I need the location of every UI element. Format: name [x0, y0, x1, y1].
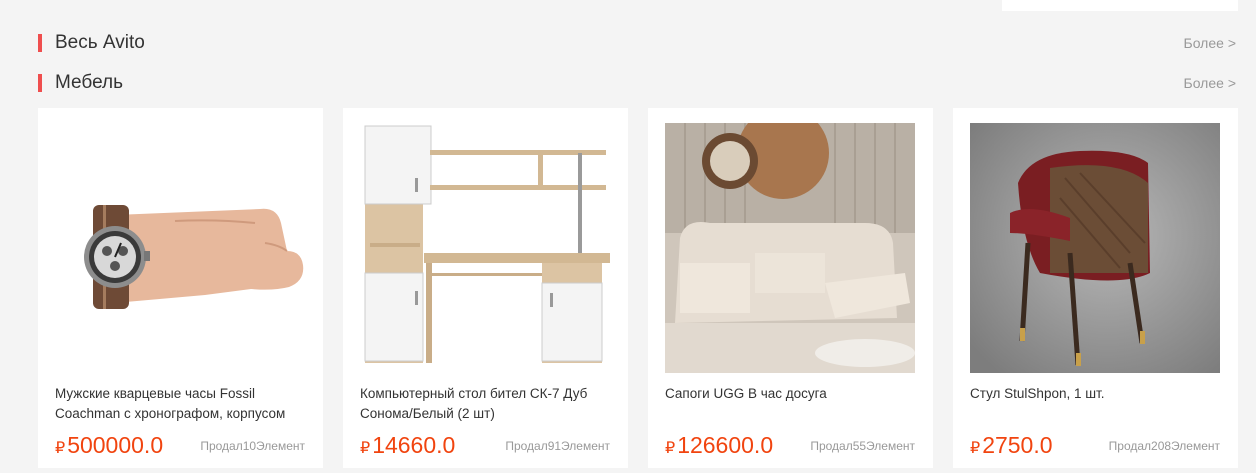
price-value: 126600.0 — [677, 432, 774, 458]
sold-count: Продал208Элемент — [1108, 439, 1220, 453]
section-title: Весь Avito — [55, 32, 145, 53]
wristwatch-icon — [55, 123, 305, 373]
more-link[interactable]: Более > — [1184, 75, 1236, 91]
sold-count: Продал55Элемент — [810, 439, 915, 453]
product-image[interactable] — [360, 123, 610, 373]
section-header-all-avito: Весь Avito Более > — [38, 32, 1238, 54]
product-name[interactable]: Компьютерный стол бител СК-7 Дуб Сонома/… — [360, 384, 612, 424]
product-card[interactable]: Стул StulShpon, 1 шт. ₽2750.0 Продал208Э… — [953, 108, 1238, 468]
product-name[interactable]: Сапоги UGG В час досуга — [665, 384, 917, 424]
product-image[interactable] — [665, 123, 915, 373]
price-value: 14660.0 — [372, 432, 456, 458]
sold-count: Продал91Элемент — [505, 439, 610, 453]
product-price: ₽2750.0 — [970, 431, 1053, 463]
currency-symbol: ₽ — [665, 440, 676, 457]
price-value: 2750.0 — [982, 432, 1053, 458]
computer-desk-icon — [360, 123, 610, 373]
more-link[interactable]: Более > — [1184, 35, 1236, 51]
product-card[interactable]: Сапоги UGG В час досуга ₽126600.0 Продал… — [648, 108, 933, 468]
sold-count: Продал10Элемент — [200, 439, 305, 453]
section-accent-bar — [38, 34, 42, 52]
product-card[interactable]: Компьютерный стол бител СК-7 Дуб Сонома/… — [343, 108, 628, 468]
product-price: ₽126600.0 — [665, 431, 773, 463]
product-name[interactable]: Мужские кварцевые часы Fossil Coachman с… — [55, 384, 307, 424]
section-title: Мебель — [55, 72, 123, 93]
currency-symbol: ₽ — [55, 440, 66, 457]
product-image[interactable] — [55, 123, 305, 373]
product-price: ₽14660.0 — [360, 431, 455, 463]
top-panel-edge — [1002, 0, 1238, 11]
product-image[interactable] — [970, 123, 1220, 373]
sofa-icon — [665, 123, 915, 373]
price-value: 500000.0 — [67, 432, 164, 458]
currency-symbol: ₽ — [360, 440, 371, 457]
currency-symbol: ₽ — [970, 440, 981, 457]
section-header-furniture: Мебель Более > — [38, 72, 1238, 94]
product-name[interactable]: Стул StulShpon, 1 шт. — [970, 384, 1222, 424]
section-accent-bar — [38, 74, 42, 92]
chair-icon — [970, 123, 1220, 373]
product-price: ₽500000.0 — [55, 431, 163, 463]
product-card[interactable]: Мужские кварцевые часы Fossil Coachman с… — [38, 108, 323, 468]
